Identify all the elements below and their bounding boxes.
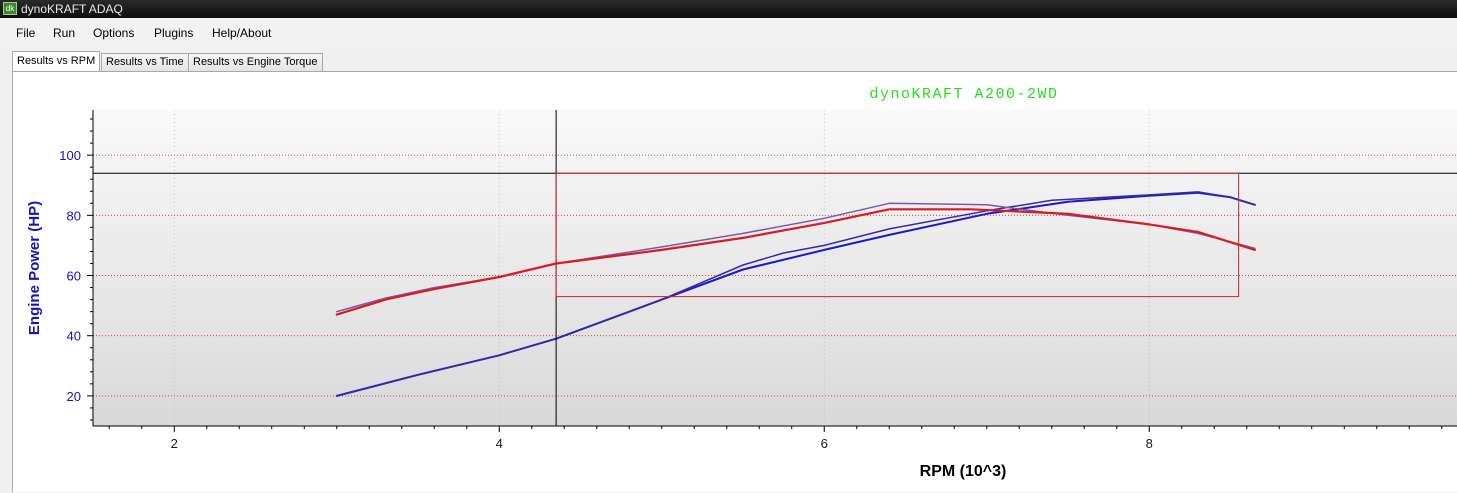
x-tick-label: 4 (496, 436, 503, 451)
menu-file[interactable]: File (16, 26, 35, 40)
y-axis-label: Engine Power (HP) (26, 201, 43, 335)
chart-title: dynoKRAFT A200-2WD (869, 86, 1058, 103)
y-tick-label: 20 (67, 389, 81, 404)
x-tick-label: 6 (821, 436, 828, 451)
plot-area (93, 110, 1457, 426)
menu-run[interactable]: Run (53, 26, 75, 40)
tab-bar: Results vs RPM Results vs Time Results v… (0, 47, 1457, 73)
window-titlebar: dk dynoKRAFT ADAQ (0, 0, 1457, 18)
tab-results-vs-time[interactable]: Results vs Time (101, 53, 189, 71)
y-tick-label: 100 (59, 148, 81, 163)
menu-plugins[interactable]: Plugins (154, 26, 193, 40)
menu-help-about[interactable]: Help/About (212, 26, 271, 40)
x-tick-label: 8 (1146, 436, 1153, 451)
y-tick-label: 80 (67, 208, 81, 223)
x-tick-label: 2 (171, 436, 178, 451)
app-logo-icon: dk (3, 2, 17, 15)
y-tick-label: 60 (67, 269, 81, 284)
power-chart[interactable]: dynoKRAFT A200-2WD 2 4 6 8 20 40 60 80 100 Engi… (13, 72, 1457, 493)
window-title: dynoKRAFT ADAQ (21, 2, 123, 16)
x-axis-label: RPM (10^3) (920, 463, 1007, 480)
x-axis-ticks: 2 4 6 8 (108, 426, 1443, 451)
chart-panel: dynoKRAFT A200-2WD 2 4 6 8 20 40 60 80 100 Engi… (12, 71, 1457, 492)
tab-results-vs-engine-torque[interactable]: Results vs Engine Torque (188, 53, 323, 71)
y-axis-ticks: 20 40 60 80 100 (59, 118, 93, 421)
menu-options[interactable]: Options (93, 26, 134, 40)
menu-bar: File Run Options Plugins Help/About (0, 18, 1457, 47)
tab-results-vs-rpm[interactable]: Results vs RPM (12, 51, 101, 71)
y-tick-label: 40 (67, 329, 81, 344)
